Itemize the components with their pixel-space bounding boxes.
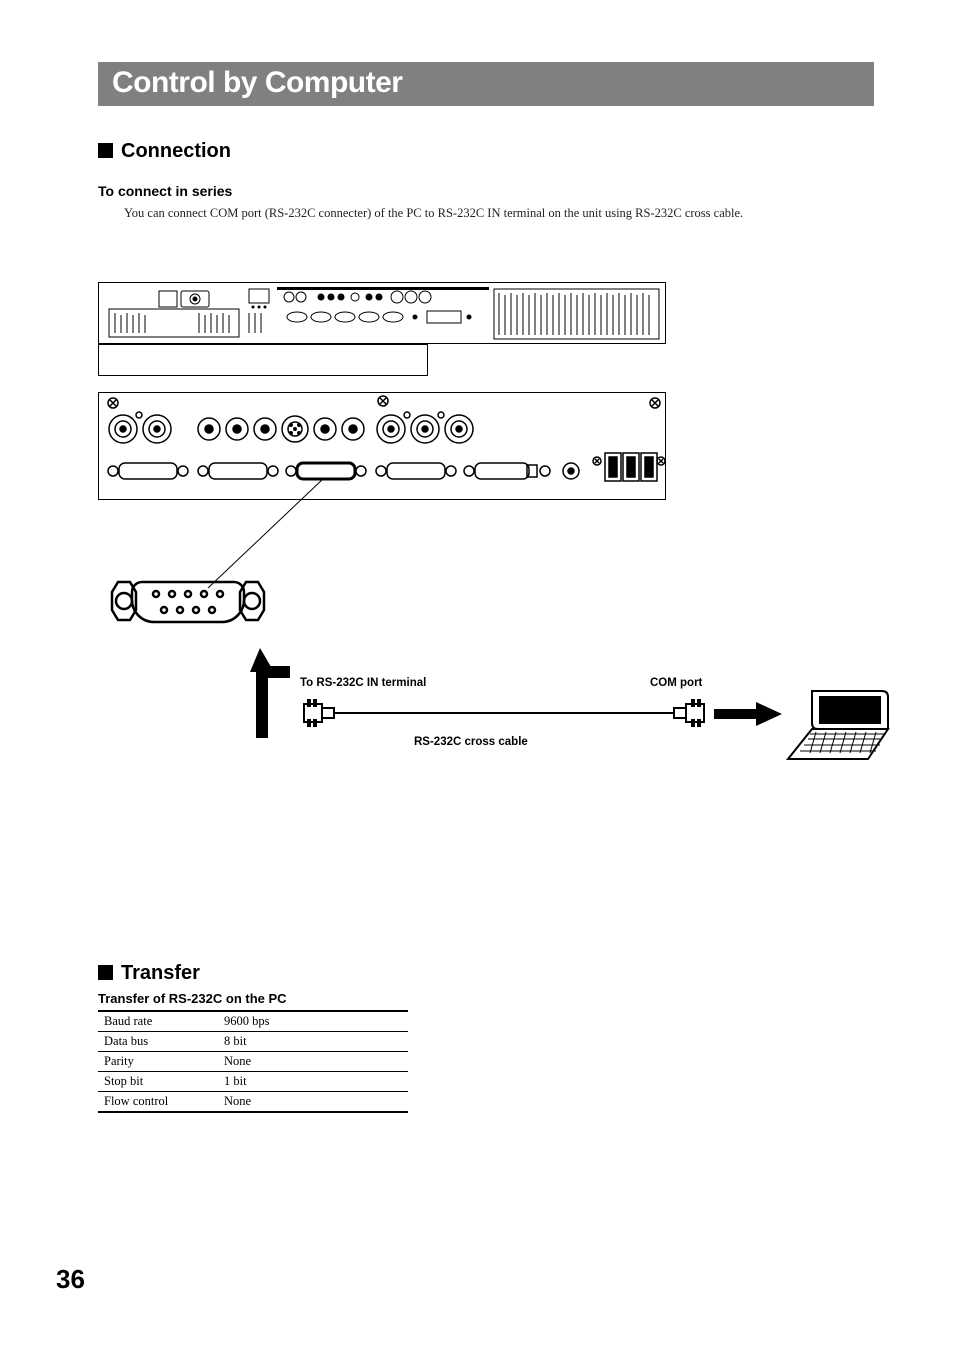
cell-value: None bbox=[218, 1051, 408, 1071]
label-com-port: COM port bbox=[650, 677, 702, 689]
laptop-icon bbox=[782, 687, 892, 767]
table-row: Baud rate9600 bps bbox=[98, 1011, 408, 1032]
table-row: Stop bit1 bit bbox=[98, 1071, 408, 1091]
bullet-square-icon bbox=[98, 143, 113, 158]
db9-connector-closeup bbox=[98, 570, 278, 632]
arrow-to-terminal bbox=[250, 642, 310, 742]
cell-key: Flow control bbox=[98, 1091, 218, 1112]
label-to-rs232c-in: To RS-232C IN terminal bbox=[300, 677, 426, 689]
table-row: Data bus8 bit bbox=[98, 1031, 408, 1051]
section-transfer-text: Transfer bbox=[121, 962, 200, 984]
page-number: 36 bbox=[56, 1264, 85, 1295]
bullet-square-icon bbox=[98, 965, 113, 980]
cell-value: 8 bit bbox=[218, 1031, 408, 1051]
paragraph-connection: You can connect COM port (RS-232C connec… bbox=[98, 205, 874, 222]
label-cable: RS-232C cross cable bbox=[414, 736, 528, 748]
section-connection-heading: Connection bbox=[98, 140, 874, 163]
page-title-bar: Control by Computer bbox=[98, 62, 874, 106]
section-transfer-heading: Transfer bbox=[98, 962, 874, 985]
plug-right-icon bbox=[642, 696, 706, 730]
transfer-spec-table: Baud rate9600 bps Data bus8 bit ParityNo… bbox=[98, 1010, 408, 1113]
cell-value: None bbox=[218, 1091, 408, 1112]
arrow-to-laptop bbox=[714, 702, 782, 726]
table-caption: Transfer of RS-232C on the PC bbox=[98, 991, 874, 1006]
cell-key: Parity bbox=[98, 1051, 218, 1071]
section-connection-text: Connection bbox=[121, 140, 231, 162]
cell-value: 1 bit bbox=[218, 1071, 408, 1091]
table-row: Flow controlNone bbox=[98, 1091, 408, 1112]
table-row: ParityNone bbox=[98, 1051, 408, 1071]
panel-connector-bar bbox=[98, 344, 428, 376]
subheading-connect-series: To connect in series bbox=[98, 183, 874, 199]
cell-value: 9600 bps bbox=[218, 1011, 408, 1032]
connection-diagram: To RS-232C IN terminal COM port RS-232C … bbox=[98, 282, 874, 842]
cell-key: Baud rate bbox=[98, 1011, 218, 1032]
device-front-panel bbox=[98, 282, 666, 344]
cable-line bbox=[364, 710, 644, 716]
plug-left-icon bbox=[302, 696, 366, 730]
cell-key: Data bus bbox=[98, 1031, 218, 1051]
cell-key: Stop bit bbox=[98, 1071, 218, 1091]
page-title: Control by Computer bbox=[112, 66, 860, 100]
